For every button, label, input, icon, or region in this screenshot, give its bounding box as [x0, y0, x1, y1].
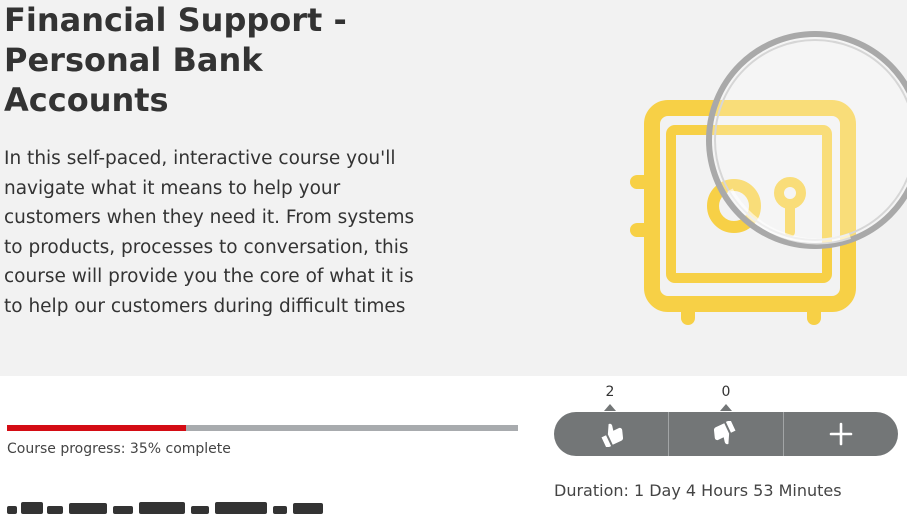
safe-illustration — [630, 31, 907, 325]
feedback-toolbar — [554, 412, 898, 456]
plus-icon — [829, 422, 853, 446]
like-button[interactable] — [554, 412, 668, 456]
course-progress-label: Course progress: 35% complete — [7, 441, 231, 457]
course-duration: Duration: 1 Day 4 Hours 53 Minutes — [554, 481, 842, 500]
thumbs-down-icon — [713, 421, 736, 445]
magnifier-icon — [706, 31, 907, 249]
course-progress-fill — [7, 425, 186, 431]
like-count: 2 — [605, 384, 615, 400]
thumbs-up-icon — [601, 423, 624, 447]
dislike-count-pointer — [720, 404, 732, 411]
course-progress-bar — [7, 425, 518, 431]
course-title: Financial Support - Personal Bank Accoun… — [4, 1, 347, 119]
dislike-count: 0 — [721, 384, 731, 400]
course-hero: Financial Support - Personal Bank Accoun… — [0, 0, 907, 376]
cut-off-heading — [7, 502, 323, 514]
like-count-pointer — [604, 404, 616, 411]
add-button[interactable] — [783, 412, 898, 456]
course-description: In this self-paced, interactive course y… — [4, 148, 415, 317]
dislike-button[interactable] — [668, 412, 783, 456]
